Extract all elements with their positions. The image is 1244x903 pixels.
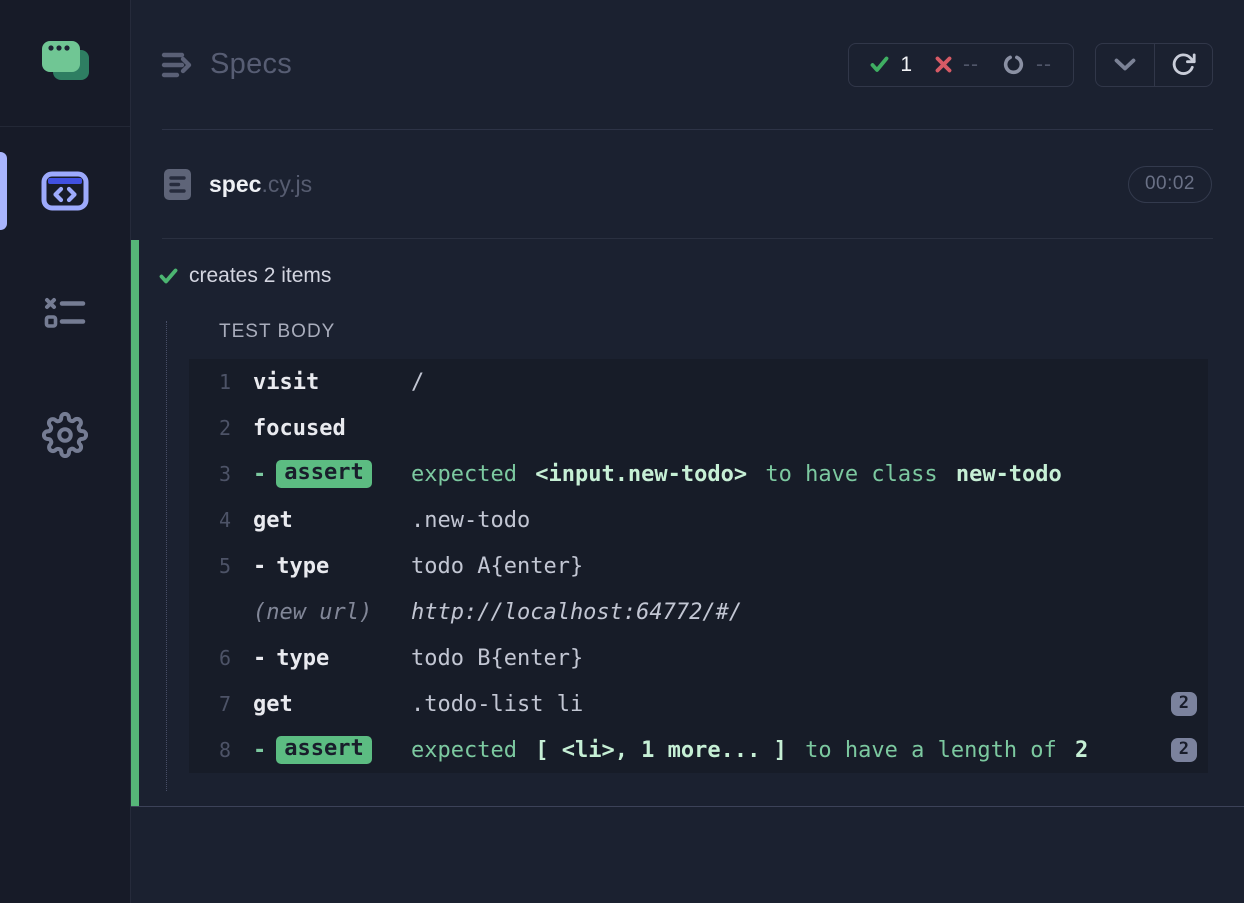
failed-count: -- — [963, 53, 979, 77]
test-list-icon — [43, 297, 87, 329]
command-message: .todo-list li — [411, 692, 1171, 717]
element-count-badge: 2 — [1171, 738, 1197, 762]
command-number: 7 — [211, 692, 231, 716]
sidebar-item-runs[interactable] — [0, 291, 130, 335]
command-row[interactable]: 4 get .new-todo — [189, 497, 1208, 543]
test-body-label: TEST BODY — [219, 321, 1244, 343]
run-controls — [1095, 43, 1213, 87]
command-row[interactable]: 8 -assert expected [ <li>, 1 more... ] t… — [189, 727, 1208, 773]
test-title-row[interactable]: creates 2 items — [131, 239, 1244, 295]
gear-icon — [42, 412, 88, 458]
command-method: visit — [253, 370, 411, 395]
spec-name-extension: .cy.js — [261, 171, 312, 197]
main-panel: Specs 1 -- — [131, 0, 1244, 903]
collapse-tests-button[interactable] — [1096, 44, 1154, 86]
pending-circle-icon — [1002, 53, 1025, 76]
stat-failed: -- — [935, 53, 979, 77]
command-row[interactable]: (new url) http://localhost:64772/#/ — [189, 589, 1208, 635]
spec-file-name: spec.cy.js — [209, 171, 312, 198]
test-title: creates 2 items — [189, 264, 331, 288]
command-message: todo A{enter} — [411, 554, 1208, 579]
check-icon — [159, 268, 178, 284]
sidebar-item-specs[interactable] — [0, 159, 130, 223]
command-method: (new url) — [253, 600, 411, 625]
spec-name-primary: spec — [209, 171, 261, 197]
refresh-icon — [1170, 51, 1197, 78]
test-section: creates 2 items TEST BODY 1 visit / 2 fo… — [131, 239, 1244, 807]
app-window: Specs 1 -- — [0, 0, 1244, 903]
command-row[interactable]: 7 get .todo-list li 2 — [189, 681, 1208, 727]
x-icon — [935, 56, 952, 73]
sidebar-item-settings[interactable] — [0, 411, 130, 459]
header-controls: 1 -- -- — [848, 43, 1213, 87]
command-row[interactable]: 6 -type todo B{enter} — [189, 635, 1208, 681]
command-message: expected <input.new-todo> to have class … — [411, 462, 1208, 487]
command-number: 5 — [211, 554, 231, 578]
code-window-icon — [41, 171, 89, 211]
specs-list-toggle[interactable]: Specs — [161, 48, 292, 81]
command-row[interactable]: 3 -assert expected <input.new-todo> to h… — [189, 451, 1208, 497]
command-row[interactable]: 5 -type todo A{enter} — [189, 543, 1208, 589]
command-method: get — [253, 692, 411, 717]
command-row[interactable]: 1 visit / — [189, 359, 1208, 405]
pending-count: -- — [1036, 53, 1052, 77]
command-method: -assert — [253, 460, 411, 488]
sidebar — [0, 0, 131, 903]
spec-file-header: spec.cy.js 00:02 — [131, 130, 1244, 238]
command-method: focused — [253, 416, 411, 441]
cypress-logo-button[interactable] — [0, 0, 130, 127]
specs-list-arrow-icon — [161, 50, 195, 80]
cypress-logo-icon — [36, 36, 94, 90]
test-content: TEST BODY 1 visit / 2 focused 3 -assert … — [166, 321, 1244, 791]
sidebar-nav — [0, 127, 130, 903]
command-message: http://localhost:64772/#/ — [411, 600, 1208, 625]
command-method: -assert — [253, 736, 411, 764]
command-method: get — [253, 508, 411, 533]
command-message: .new-todo — [411, 508, 1208, 533]
command-number: 3 — [211, 462, 231, 486]
command-number: 8 — [211, 738, 231, 762]
command-number: 6 — [211, 646, 231, 670]
check-icon — [870, 56, 889, 73]
rerun-tests-button[interactable] — [1154, 44, 1212, 86]
command-number: 2 — [211, 416, 231, 440]
command-number: 1 — [211, 370, 231, 394]
footer-space — [131, 807, 1244, 903]
command-method: -type — [253, 646, 411, 671]
spec-timer: 00:02 — [1128, 166, 1212, 203]
command-log: 1 visit / 2 focused 3 -assert expected <… — [189, 359, 1208, 773]
command-row[interactable]: 2 focused — [189, 405, 1208, 451]
command-message: todo B{enter} — [411, 646, 1208, 671]
command-message: expected [ <li>, 1 more... ] to have a l… — [411, 738, 1171, 763]
passed-count: 1 — [900, 53, 912, 77]
command-message: / — [411, 370, 1208, 395]
test-results-summary: 1 -- -- — [848, 43, 1074, 87]
command-number: 4 — [211, 508, 231, 532]
specs-header: Specs 1 -- — [131, 0, 1244, 129]
chevron-down-icon — [1114, 58, 1136, 71]
active-item-indicator — [0, 152, 7, 230]
stat-passed: 1 — [870, 53, 912, 77]
stat-pending: -- — [1002, 53, 1052, 77]
test-passed-bar — [131, 240, 139, 806]
document-icon — [163, 168, 192, 201]
element-count-badge: 2 — [1171, 692, 1197, 716]
page-title: Specs — [210, 48, 292, 81]
command-method: -type — [253, 554, 411, 579]
